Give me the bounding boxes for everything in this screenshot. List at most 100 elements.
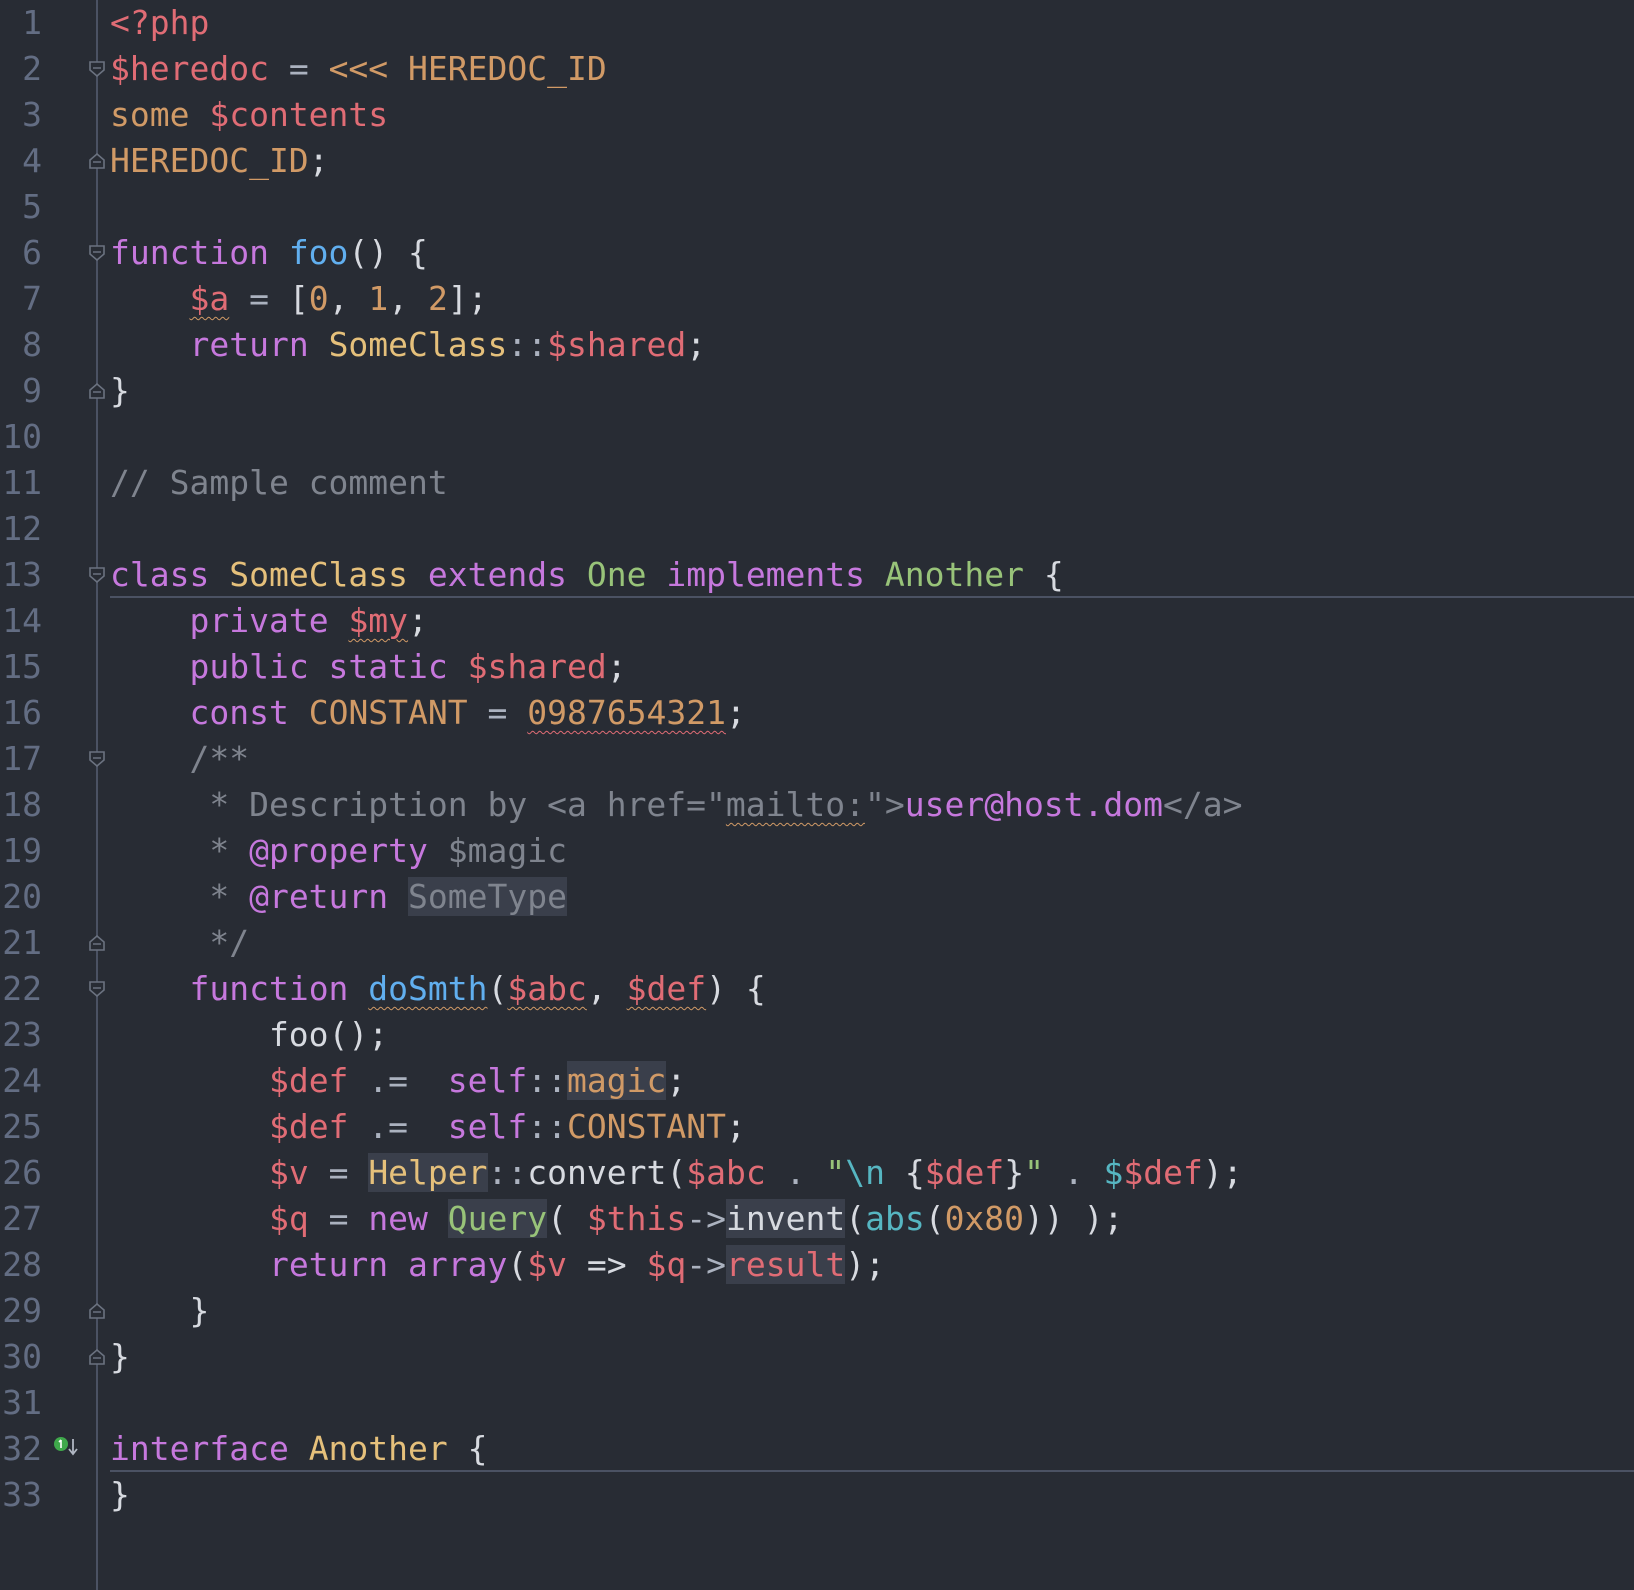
code-token: Another	[884, 555, 1044, 594]
code-token: $v	[268, 1153, 309, 1192]
line-number-gutter: 1 2 3 4 5 6 7 8 9 10 11 12 13 14 15 16 17 18 19 20 21 22 23 24 2…	[0, 0, 98, 1590]
code-token: foo	[288, 233, 349, 272]
code-token: private	[189, 601, 349, 640]
code-line[interactable]: $def .= self::CONSTANT;	[110, 1103, 746, 1151]
line-number: 19	[2, 831, 42, 870]
fold-open-icon[interactable]	[88, 566, 106, 584]
method-separator	[110, 596, 1634, 598]
code-line[interactable]: $def .= self::magic;	[110, 1057, 686, 1105]
code-token: ;	[606, 647, 627, 686]
line-number: 26	[2, 1153, 42, 1192]
code-line[interactable]: return SomeClass::$shared;	[110, 321, 706, 369]
line-number: 16	[2, 693, 42, 732]
line-number: 11	[2, 463, 42, 502]
code-line[interactable]: * @property $magic	[110, 827, 567, 875]
code-token: () {	[348, 233, 428, 272]
line-number: 25	[2, 1107, 42, 1146]
code-token: ::	[507, 325, 548, 364]
code-token: Helper	[368, 1153, 488, 1192]
line-number: 8	[22, 325, 42, 364]
implemented-marker-icon[interactable]	[52, 1435, 82, 1461]
code-line[interactable]: $q = new Query( $this->invent(abs(0x80))…	[110, 1195, 1123, 1243]
line-number: 20	[2, 877, 42, 916]
code-token: </a>	[1163, 785, 1243, 824]
code-token: *	[110, 831, 250, 870]
code-token: $abc	[686, 1153, 766, 1192]
fold-open-icon[interactable]	[88, 60, 106, 78]
code-token: ;	[725, 1107, 746, 1146]
code-token: $abc	[507, 969, 587, 1008]
code-line[interactable]: public static $shared;	[110, 643, 627, 691]
code-token: .	[1043, 1153, 1104, 1192]
code-token: ::	[487, 1153, 528, 1192]
code-line[interactable]: * Description by <a href="mailto:">user@…	[110, 781, 1243, 829]
fold-open-icon[interactable]	[88, 244, 106, 262]
code-token: ;	[666, 1061, 687, 1100]
code-line[interactable]: }	[110, 1333, 130, 1381]
code-token: *	[110, 877, 250, 916]
code-line[interactable]: foo();	[110, 1011, 388, 1059]
code-editor[interactable]: 1 2 3 4 5 6 7 8 9 10 11 12 13 14 15 16 17 18 19 20 21 22 23 24 2…	[0, 0, 1634, 1590]
fold-close-icon[interactable]	[88, 1348, 106, 1366]
code-line[interactable]: * @return SomeType	[110, 873, 567, 921]
code-line[interactable]: */	[110, 919, 249, 967]
code-token: CONSTANT	[308, 693, 468, 732]
code-token: .=	[348, 1061, 448, 1100]
code-token: <?php	[110, 3, 210, 42]
code-token: SomeClass	[328, 325, 508, 364]
code-token: "	[825, 1153, 846, 1192]
fold-close-icon[interactable]	[88, 382, 106, 400]
code-line[interactable]: const CONSTANT = 0987654321;	[110, 689, 745, 737]
code-line[interactable]: /**	[110, 735, 249, 783]
code-line[interactable]: function doSmth($abc, $def) {	[110, 965, 765, 1013]
code-token: =	[308, 1153, 369, 1192]
line-number: 1	[22, 3, 42, 42]
code-token: 1	[368, 279, 389, 318]
code-line[interactable]: some $contents	[110, 91, 388, 139]
line-number: 14	[2, 601, 42, 640]
code-line[interactable]: $v = Helper::convert($abc . "\n {$def}" …	[110, 1149, 1243, 1197]
line-number: 28	[2, 1245, 42, 1284]
line-number: 33	[2, 1475, 42, 1514]
code-token: }	[110, 371, 130, 410]
line-number: 13	[2, 555, 42, 594]
code-line[interactable]: class SomeClass extends One implements A…	[110, 551, 1064, 599]
fold-open-icon[interactable]	[88, 750, 106, 768]
code-token: $q	[268, 1199, 309, 1238]
code-line[interactable]: function foo() {	[110, 229, 428, 277]
code-token: abs	[865, 1199, 925, 1238]
code-token: class	[110, 555, 230, 594]
fold-close-icon[interactable]	[88, 934, 106, 952]
code-line[interactable]: }	[110, 1471, 130, 1519]
code-token: ->	[686, 1199, 726, 1238]
code-line[interactable]: $a = [0, 1, 2];	[110, 275, 487, 323]
fold-open-icon[interactable]	[88, 980, 106, 998]
code-line[interactable]: $heredoc = <<< HEREDOC_ID	[110, 45, 607, 93]
code-line[interactable]: <?php	[110, 0, 209, 47]
code-token: ,	[388, 279, 428, 318]
code-token: );	[845, 1245, 885, 1284]
code-token: self	[447, 1061, 528, 1100]
code-line[interactable]: interface Another {	[110, 1425, 488, 1473]
line-number: 5	[22, 187, 42, 226]
code-token: // Sample comment	[110, 463, 448, 502]
fold-close-icon[interactable]	[88, 1302, 106, 1320]
fold-close-icon[interactable]	[88, 152, 106, 170]
code-token: );	[1202, 1153, 1243, 1192]
code-line[interactable]: return array($v => $q->result);	[110, 1241, 885, 1289]
code-line[interactable]: // Sample comment	[110, 459, 448, 507]
code-token: implements	[666, 555, 885, 594]
code-token: $	[1103, 1153, 1124, 1192]
code-line[interactable]: }	[110, 1287, 209, 1335]
code-line[interactable]: HEREDOC_ID;	[110, 137, 329, 185]
code-token: $a	[189, 279, 230, 318]
code-token: $def	[626, 969, 707, 1008]
code-token: }	[1004, 1153, 1025, 1192]
code-line[interactable]: }	[110, 367, 130, 415]
code-token: One	[586, 555, 667, 594]
code-line[interactable]: private $my;	[110, 597, 427, 645]
